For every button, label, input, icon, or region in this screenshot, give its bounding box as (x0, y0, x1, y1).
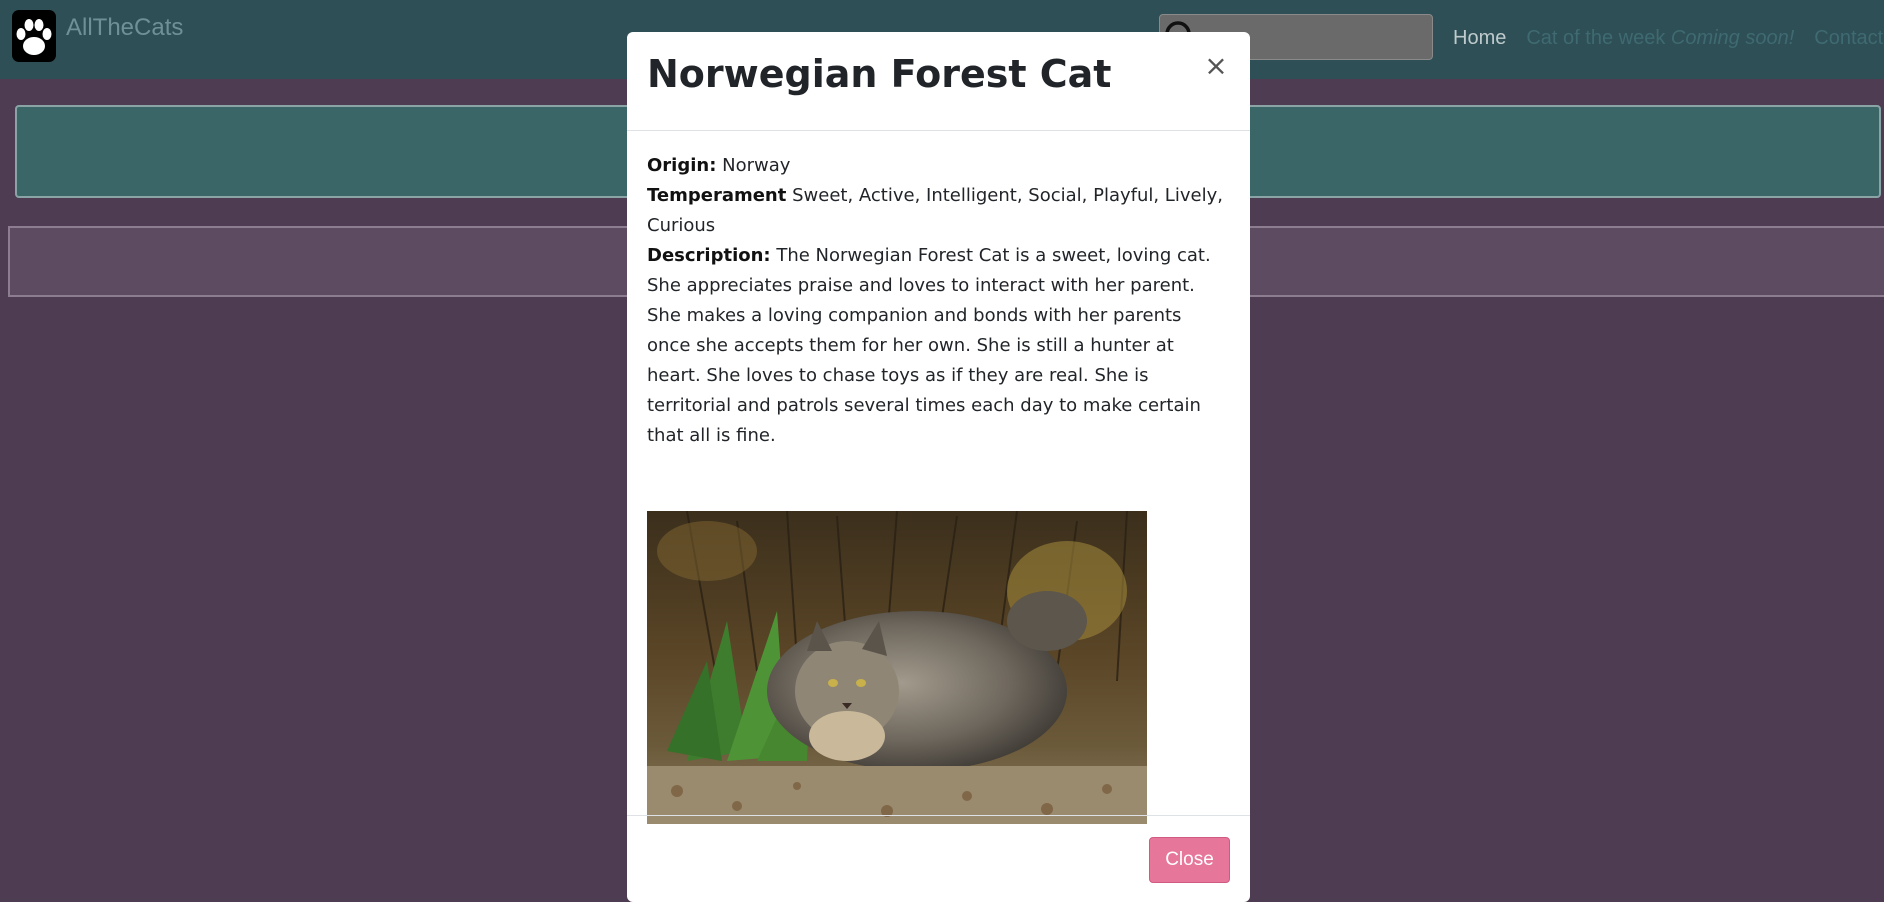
origin-row: Origin: Norway (647, 151, 1230, 181)
modal-title: Norwegian Forest Cat (647, 52, 1112, 96)
nav-link-contact[interactable]: Contact (1814, 27, 1883, 50)
temperament-label: Temperament (647, 185, 787, 206)
close-button[interactable]: Close (1149, 837, 1230, 883)
modal-body: Origin: Norway Temperament Sweet, Active… (627, 131, 1250, 824)
cat-photo (647, 511, 1147, 824)
paw-icon (12, 10, 56, 62)
brand-name: AllTheCats (66, 14, 184, 41)
nav-link-cat-of-the-week[interactable]: Cat of the week Coming soon! (1526, 27, 1794, 50)
breed-modal: Norwegian Forest Cat × Origin: Norway Te… (627, 32, 1250, 902)
nav-link-home[interactable]: Home (1453, 27, 1506, 50)
nav-links: Home Cat of the week Coming soon! Contac… (1453, 27, 1884, 50)
nav-link-cat-of-the-week-label: Cat of the week (1526, 27, 1666, 49)
temperament-row: Temperament Sweet, Active, Intelligent, … (647, 181, 1230, 241)
description-label: Description: (647, 245, 771, 266)
modal-header: Norwegian Forest Cat × (627, 32, 1250, 131)
coming-soon-tag: Coming soon! (1670, 27, 1795, 49)
description-value: The Norwegian Forest Cat is a sweet, lov… (647, 245, 1211, 446)
origin-label: Origin: (647, 155, 717, 176)
close-icon[interactable]: × (1204, 52, 1228, 80)
origin-value: Norway (722, 155, 791, 176)
description-row: Description: The Norwegian Forest Cat is… (647, 241, 1230, 451)
brand[interactable]: AllTheCats (12, 10, 183, 62)
